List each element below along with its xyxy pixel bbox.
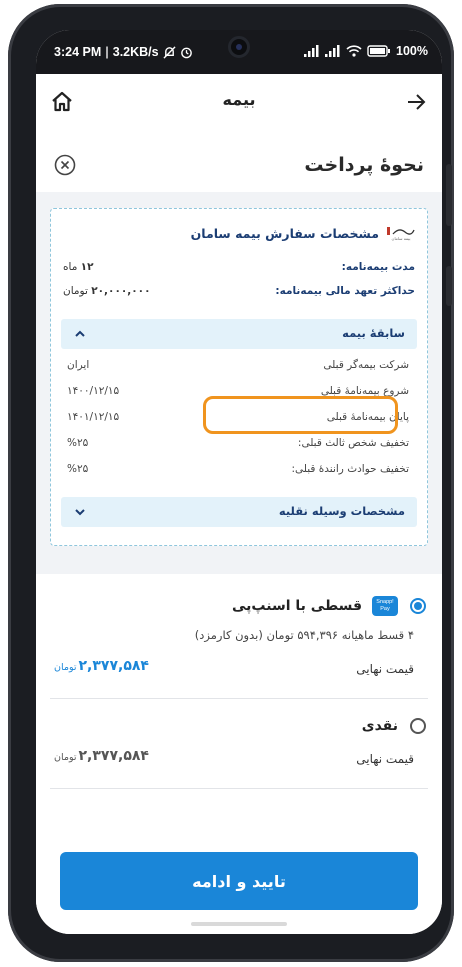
saman-logo: بیمه سامان xyxy=(387,225,415,241)
installment-description: ۴ قسط ماهیانه ۵۹۴,۳۹۶ تومان (بدون کارمزد… xyxy=(194,628,414,642)
history-row-value: ۱۴۰۰/۱۲/۱۵ xyxy=(67,385,120,397)
app-top-bar: بیمه xyxy=(36,74,442,130)
snapp-price-label: قیمت نهایی xyxy=(356,662,414,676)
max-coverage-unit: تومان xyxy=(63,285,88,297)
close-circle-icon[interactable] xyxy=(54,154,76,176)
saman-logo-icon xyxy=(387,226,415,235)
wifi-icon xyxy=(346,45,362,57)
max-coverage-row: حداکثر تعهد مالی بیمه‌نامه: ۲۰,۰۰۰,۰۰۰ ت… xyxy=(63,285,415,303)
snapp-badge-line1: Snapp! xyxy=(376,599,394,605)
history-row: شرکت بیمه‌گر قبلی ایران xyxy=(67,359,409,377)
history-row-value: ایران xyxy=(67,359,90,371)
status-bar: 3:24 PM | 3.2KB/s 100% xyxy=(36,30,442,74)
max-coverage-label: حداکثر تعهد مالی بیمه‌نامه: xyxy=(275,285,415,297)
snapp-price-currency: تومان xyxy=(54,662,77,673)
snapp-pay-logo: Snapp! Pay xyxy=(372,596,398,616)
back-button[interactable] xyxy=(402,88,430,116)
snapp-pay-title[interactable]: قسطی با اسنپ‌پی xyxy=(232,598,362,614)
vehicle-title: مشخصات وسیله نقلیه xyxy=(278,504,405,518)
vehicle-accordion-header[interactable]: مشخصات وسیله نقلیه xyxy=(61,497,417,527)
sheet-title: نحوهٔ پرداخت xyxy=(304,154,424,176)
cash-title[interactable]: نقدی xyxy=(362,718,398,734)
snapp-badge-line2: Pay xyxy=(380,606,390,612)
history-row-label: شرکت بیمه‌گر قبلی xyxy=(323,359,409,371)
battery-level: 100% xyxy=(396,44,428,58)
chevron-down-icon xyxy=(75,509,85,516)
duration-value-group: ۱۲ ماه xyxy=(63,261,94,273)
option-divider xyxy=(50,698,428,699)
snapp-price-value-group: ۲,۳۷۷,۵۸۴تومان xyxy=(54,658,149,674)
snapp-pay-radio[interactable] xyxy=(410,598,426,614)
volume-button xyxy=(446,164,452,226)
front-camera xyxy=(228,36,250,58)
snapp-price-value: ۲,۳۷۷,۵۸۴ xyxy=(78,658,149,674)
cash-price-value: ۲,۳۷۷,۵۸۴ xyxy=(78,748,149,764)
cash-price-label: قیمت نهایی xyxy=(356,752,414,766)
alarm-icon xyxy=(180,47,192,58)
option-divider xyxy=(50,788,428,789)
order-title: مشخصات سفارش بیمه سامان xyxy=(190,225,379,241)
history-row-value: %۲۵ xyxy=(67,437,89,449)
cash-price-value-group: ۲,۳۷۷,۵۸۴تومان xyxy=(54,748,149,764)
history-accordion-header[interactable]: سابقهٔ بیمه xyxy=(61,319,417,349)
history-row-label: تخفیف شخص ثالث قبلی: xyxy=(297,437,409,449)
duration-label: مدت بیمه‌نامه: xyxy=(341,261,415,273)
history-row: تخفیف شخص ثالث قبلی: %۲۵ xyxy=(67,437,409,455)
page-title: بیمه xyxy=(222,90,256,109)
max-coverage-value: ۲۰,۰۰۰,۰۰۰ xyxy=(91,285,151,297)
signal-2-icon xyxy=(325,45,340,57)
order-title-row: بیمه سامان مشخصات سفارش بیمه سامان xyxy=(191,223,415,243)
status-time: 3:24 PM xyxy=(54,45,102,59)
history-title: سابقهٔ بیمه xyxy=(342,326,405,340)
payment-options: Snapp! Pay قسطی با اسنپ‌پی ۴ قسط ماهیانه… xyxy=(36,574,442,842)
confirm-continue-button[interactable]: تایید و ادامه xyxy=(60,852,418,910)
saman-logo-text: بیمه سامان xyxy=(391,235,411,241)
duration-row: مدت بیمه‌نامه: ۱۲ ماه xyxy=(63,261,415,279)
power-button xyxy=(446,266,452,306)
chevron-up-icon xyxy=(75,330,85,337)
duration-value: ۱۲ xyxy=(80,261,94,273)
phone-frame: 3:24 PM | 3.2KB/s 100% بیمه نحوهٔ پرداخت… xyxy=(8,4,454,962)
order-summary-card: بیمه سامان مشخصات سفارش بیمه سامان مدت ب… xyxy=(50,208,428,546)
history-row: تخفیف حوادث رانندهٔ قبلی: %۲۵ xyxy=(67,463,409,481)
sheet-content: بیمه سامان مشخصات سفارش بیمه سامان مدت ب… xyxy=(36,192,442,842)
status-speed: 3.2KB/s xyxy=(112,45,159,59)
arrow-right-icon xyxy=(408,94,426,110)
status-right: 100% xyxy=(304,44,428,58)
notification-mute-icon xyxy=(163,45,176,59)
history-row-label: تخفیف حوادث رانندهٔ قبلی: xyxy=(291,463,410,475)
screen: 3:24 PM | 3.2KB/s 100% بیمه نحوهٔ پرداخت… xyxy=(36,30,442,934)
duration-unit: ماه xyxy=(63,261,78,273)
history-row-value: ۱۴۰۱/۱۲/۱۵ xyxy=(67,411,120,423)
cash-price-currency: تومان xyxy=(54,752,77,763)
cash-radio[interactable] xyxy=(410,718,426,734)
bottom-action-bar: تایید و ادامه xyxy=(36,842,442,934)
selected-option-highlight xyxy=(203,396,398,434)
payment-sheet-header: نحوهٔ پرداخت xyxy=(36,136,442,192)
status-separator: | xyxy=(105,45,109,59)
status-left: 3:24 PM | 3.2KB/s xyxy=(54,45,193,59)
signal-icon xyxy=(304,45,319,57)
home-indicator xyxy=(191,922,287,926)
max-coverage-value-group: ۲۰,۰۰۰,۰۰۰ تومان xyxy=(63,285,150,297)
battery-icon xyxy=(367,45,391,57)
history-row-value: %۲۵ xyxy=(67,463,89,475)
